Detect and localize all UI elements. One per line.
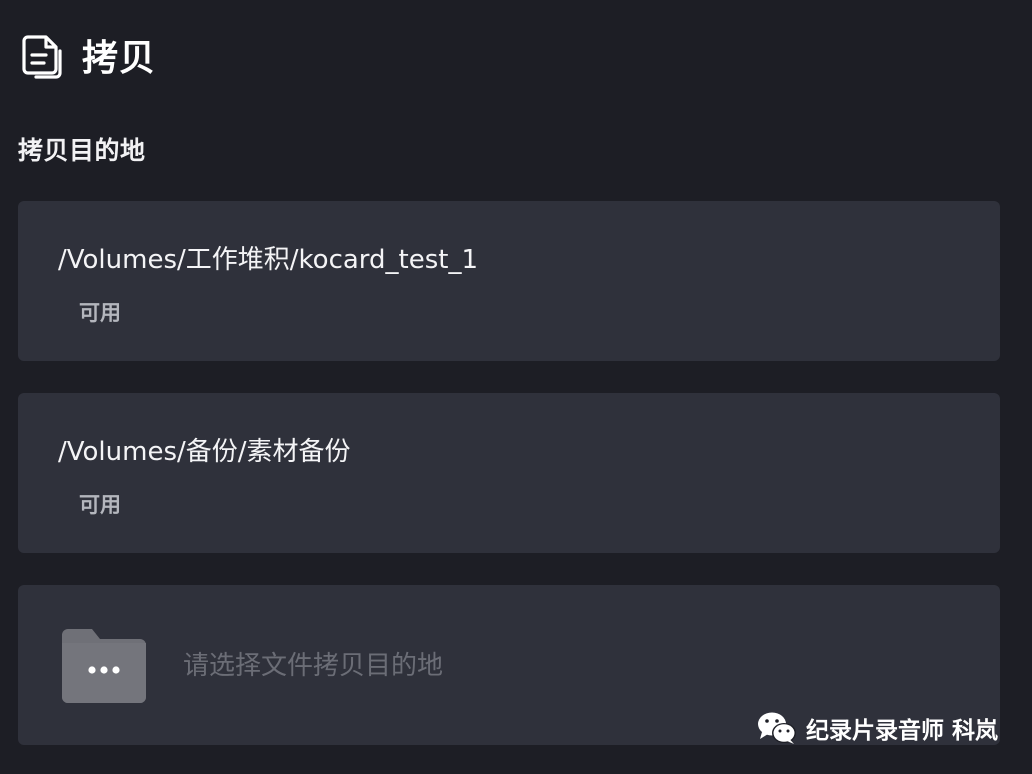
- watermark: 纪录片录音师 科岚: [756, 710, 998, 746]
- folder-more-icon: [62, 629, 146, 703]
- destination-card-2[interactable]: /Volumes/备份/素材备份 可用: [18, 393, 1000, 553]
- wechat-icon: [757, 712, 796, 744]
- page-header: 拷贝: [20, 30, 156, 80]
- destination-status: 可用: [79, 493, 121, 517]
- destination-path: /Volumes/备份/素材备份: [58, 437, 351, 467]
- destination-path: /Volumes/工作堆积/kocard_test_1: [58, 245, 478, 275]
- destination-card-1[interactable]: /Volumes/工作堆积/kocard_test_1 可用: [18, 201, 1000, 361]
- document-icon: [20, 31, 66, 79]
- section-title: 拷贝目的地: [18, 136, 146, 165]
- page-title: 拷贝: [82, 38, 157, 79]
- watermark-text: 纪录片录音师 科岚: [805, 718, 998, 744]
- destination-status: 可用: [79, 301, 121, 325]
- choose-destination-label: 请选择文件拷贝目的地: [183, 651, 444, 681]
